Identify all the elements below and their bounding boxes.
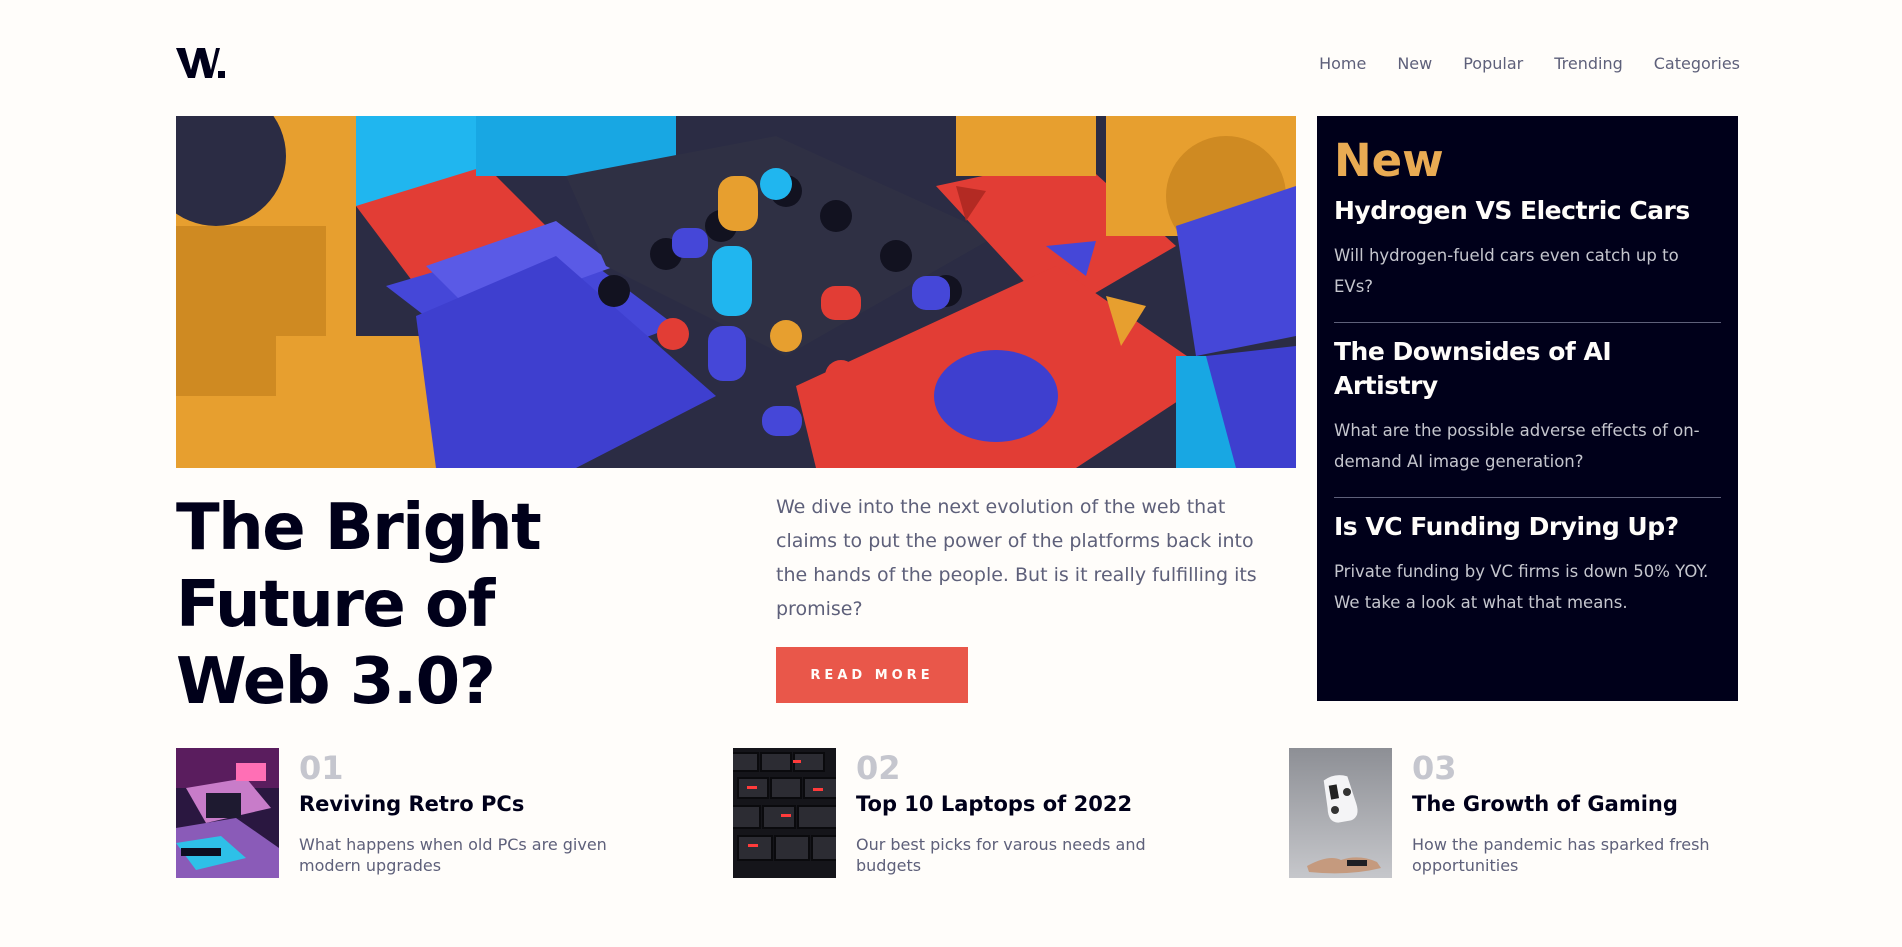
new-panel: New Hydrogen VS Electric Cars Will hydro… — [1317, 116, 1738, 701]
new-item-desc: Will hydrogen-fueld cars even catch up t… — [1334, 246, 1679, 296]
new-item: Is VC Funding Drying Up? Private funding… — [1334, 498, 1721, 638]
hero-intro: We dive into the next evolution of the w… — [776, 496, 1257, 620]
article-number: 01 — [299, 749, 344, 787]
new-item-title[interactable]: Hydrogen VS Electric Cars — [1334, 194, 1721, 228]
hero-headline: The Bright Future of Web 3.0? — [176, 490, 636, 721]
article-title[interactable]: The Growth of Gaming — [1412, 790, 1678, 818]
article-thumbnail[interactable] — [733, 748, 836, 878]
site-logo[interactable] — [176, 44, 226, 82]
article-title[interactable]: Top 10 Laptops of 2022 — [856, 790, 1132, 818]
article-desc: How the pandemic has sparked fresh oppor… — [1412, 835, 1710, 875]
article-title[interactable]: Reviving Retro PCs — [299, 790, 524, 818]
new-item-title[interactable]: The Downsides of AI Artistry — [1334, 335, 1721, 403]
nav-link-home[interactable]: Home — [1319, 54, 1366, 73]
new-panel-title: New — [1334, 134, 1444, 187]
headline-line-2: Future of — [176, 568, 495, 642]
new-item-title[interactable]: Is VC Funding Drying Up? — [1334, 510, 1721, 544]
new-item: Hydrogen VS Electric Cars Will hydrogen-… — [1334, 188, 1721, 323]
article-thumbnail[interactable] — [176, 748, 279, 878]
article-number: 03 — [1412, 749, 1457, 787]
new-item: The Downsides of AI Artistry What are th… — [1334, 323, 1721, 498]
new-item-desc: What are the possible adverse effects of… — [1334, 421, 1700, 471]
retro-pc-image — [176, 748, 279, 878]
new-item-desc: Private funding by VC firms is down 50% … — [1334, 562, 1709, 612]
game-controller-image — [1289, 748, 1392, 878]
nav-link-new[interactable]: New — [1397, 54, 1432, 73]
article-card-3: 03 The Growth of Gaming How the pandemic… — [1289, 748, 1749, 878]
hero-image — [176, 116, 1296, 468]
article-number: 02 — [856, 749, 901, 787]
headline-line-1: The Bright — [176, 491, 542, 565]
article-thumbnail[interactable] — [1289, 748, 1392, 878]
main-nav: Home New Popular Trending Categories — [1319, 54, 1740, 73]
article-desc: Our best picks for varous needs and budg… — [856, 835, 1146, 875]
headline-line-3: Web 3.0? — [176, 645, 496, 719]
article-card-1: 01 Reviving Retro PCs What happens when … — [176, 748, 636, 878]
read-more-button[interactable]: READ MORE — [776, 647, 968, 703]
nav-link-categories[interactable]: Categories — [1654, 54, 1740, 73]
laptop-keyboard-image — [733, 748, 836, 878]
nav-link-trending[interactable]: Trending — [1554, 54, 1623, 73]
article-desc: What happens when old PCs are given mode… — [299, 835, 607, 875]
nav-link-popular[interactable]: Popular — [1463, 54, 1523, 73]
logo-icon — [176, 48, 225, 78]
hero-illustration — [176, 116, 1296, 468]
article-card-2: 02 Top 10 Laptops of 2022 Our best picks… — [733, 748, 1193, 878]
